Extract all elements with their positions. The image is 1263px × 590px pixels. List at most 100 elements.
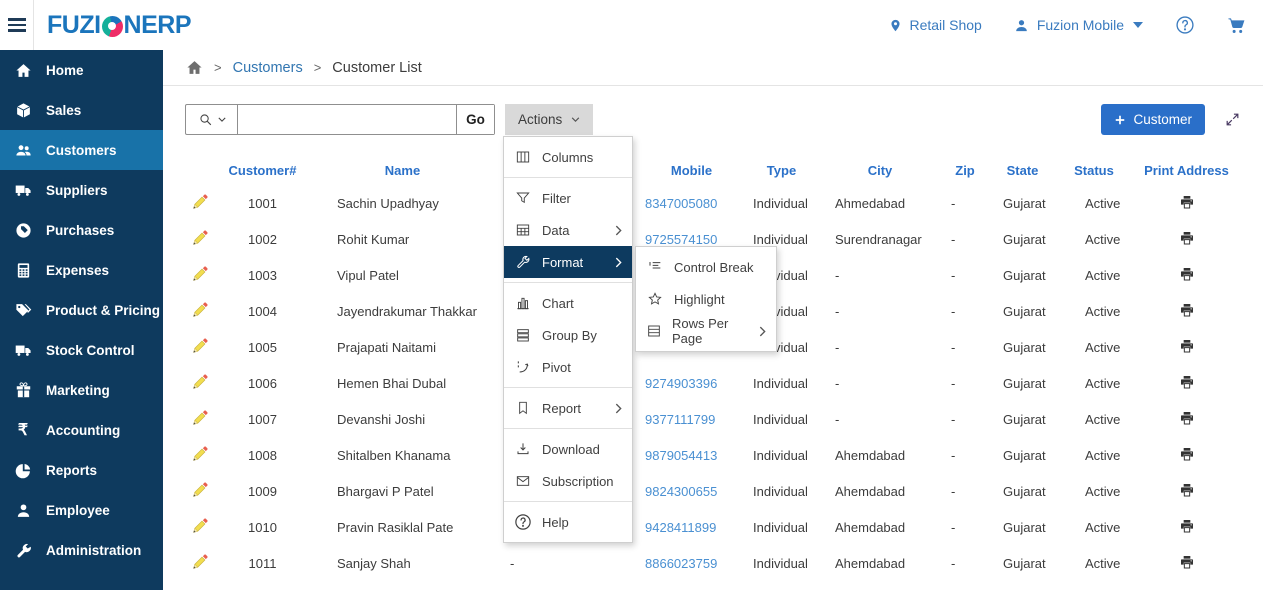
go-button[interactable]: Go (456, 105, 494, 134)
edit-row-button[interactable] (191, 336, 210, 355)
download-icon (514, 441, 532, 457)
print-address-button[interactable] (1179, 194, 1195, 210)
menu-item-report[interactable]: Report (504, 392, 632, 424)
print-address-button[interactable] (1179, 482, 1195, 498)
edit-row-button[interactable] (191, 372, 210, 391)
actions-button[interactable]: Actions (505, 104, 593, 135)
mobile-link[interactable]: 9824300655 (645, 484, 717, 499)
mobile-link[interactable]: 9879054413 (645, 448, 717, 463)
column-header-type[interactable]: Type (748, 155, 815, 185)
mobile-link[interactable]: 9377111799 (645, 412, 715, 427)
cell-state: Gujarat (985, 545, 1060, 581)
search-input[interactable] (238, 105, 456, 134)
retail-shop-link[interactable]: Retail Shop (887, 17, 981, 34)
table-row: 1007Devanshi Joshi9377111799Individual--… (185, 401, 1245, 437)
sidebar-item-expenses[interactable]: Expenses (0, 250, 163, 290)
menu-item-chart[interactable]: Chart (504, 287, 632, 319)
sidebar-item-employee[interactable]: Employee (0, 490, 163, 530)
edit-row-button[interactable] (191, 444, 210, 463)
sidebar-item-marketing[interactable]: Marketing (0, 370, 163, 410)
menu-item-data[interactable]: Data (504, 214, 632, 246)
mobile-link[interactable]: 9274903396 (645, 376, 717, 391)
edit-row-button[interactable] (191, 228, 210, 247)
column-header-status[interactable]: Status (1060, 155, 1128, 185)
search-options-button[interactable] (186, 105, 238, 134)
sidebar-item-accounting[interactable]: ₹Accounting (0, 410, 163, 450)
menu-item-filter[interactable]: Filter (504, 182, 632, 214)
column-header-city[interactable]: City (815, 155, 945, 185)
edit-row-button[interactable] (191, 264, 210, 283)
help-button[interactable] (1173, 15, 1195, 35)
menu-item-download[interactable]: Download (504, 433, 632, 465)
edit-row-button[interactable] (191, 516, 210, 535)
edit-row-button[interactable] (191, 480, 210, 499)
submenu-item-control-break[interactable]: Control Break (636, 251, 776, 283)
table-row: 1010Pravin Rasiklal Pate9428411899Indivi… (185, 509, 1245, 545)
breadcrumb-customers-link[interactable]: Customers (233, 60, 303, 76)
expand-icon[interactable] (1224, 111, 1241, 128)
edit-row-button[interactable] (191, 552, 210, 571)
sidebar-item-suppliers[interactable]: Suppliers (0, 170, 163, 210)
cart-icon (1227, 16, 1247, 35)
edit-row-button[interactable] (191, 300, 210, 319)
cart-button[interactable] (1225, 16, 1247, 35)
mobile-link[interactable]: 8866023759 (645, 556, 717, 571)
column-header-state[interactable]: State (985, 155, 1060, 185)
menu-item-help[interactable]: Help (504, 506, 632, 538)
column-header-customer[interactable]: Customer# (215, 155, 310, 185)
sidebar-item-sales[interactable]: Sales (0, 90, 163, 130)
cell-city: - (815, 365, 945, 401)
app-logo[interactable]: FUZI NERP (47, 11, 191, 40)
cell-customer-no: 1006 (215, 365, 310, 401)
print-address-button[interactable] (1179, 374, 1195, 390)
cell-customer-no: 1001 (215, 185, 310, 221)
print-address-button[interactable] (1179, 518, 1195, 534)
user-menu[interactable]: Fuzion Mobile (1012, 17, 1143, 33)
sidebar-item-stock-control[interactable]: Stock Control (0, 330, 163, 370)
cell-city: Ahemdabad (815, 545, 945, 581)
home-icon[interactable] (186, 59, 203, 76)
sidebar-item-reports[interactable]: Reports (0, 450, 163, 490)
menu-separator (504, 501, 632, 502)
cell-name: Devanshi Joshi (310, 401, 495, 437)
column-header-mobile[interactable]: Mobile (635, 155, 748, 185)
sidebar-item-customers[interactable]: Customers (0, 130, 163, 170)
print-address-button[interactable] (1179, 554, 1195, 570)
print-address-button[interactable] (1179, 302, 1195, 318)
menu-item-columns[interactable]: Columns (504, 141, 632, 173)
mobile-link[interactable]: 9725574150 (645, 232, 717, 247)
caret-down-icon (571, 117, 580, 122)
sidebar-item-product-pricing[interactable]: Product & Pricing (0, 290, 163, 330)
hamburger-icon[interactable] (0, 0, 34, 50)
column-header-zip[interactable]: Zip (945, 155, 985, 185)
cell-city: Surendranagar (815, 221, 945, 257)
cell-zip: - (945, 509, 985, 545)
menu-item-format[interactable]: Format (504, 246, 632, 278)
print-address-button[interactable] (1179, 446, 1195, 462)
column-header-name[interactable]: Name (310, 155, 495, 185)
edit-row-button[interactable] (191, 192, 210, 211)
control-break-icon (646, 259, 664, 275)
print-address-button[interactable] (1179, 338, 1195, 354)
edit-row-button[interactable] (191, 408, 210, 427)
cell-type: Individual (748, 185, 815, 221)
menu-item-subscription[interactable]: Subscription (504, 465, 632, 497)
mobile-link[interactable]: 8347005080 (645, 196, 717, 211)
purchase-tag-icon (13, 222, 33, 239)
sidebar-item-home[interactable]: Home (0, 50, 163, 90)
submenu-item-rows-per-page[interactable]: Rows Per Page (636, 315, 776, 347)
sidebar-item-administration[interactable]: Administration (0, 530, 163, 570)
add-customer-button[interactable]: Customer (1101, 104, 1205, 135)
print-address-button[interactable] (1179, 410, 1195, 426)
print-address-button[interactable] (1179, 266, 1195, 282)
column-header-print-address[interactable]: Print Address (1128, 155, 1245, 185)
chevron-right-icon (759, 326, 766, 337)
logo-text-right: NERP (124, 11, 191, 40)
sidebar-item-purchases[interactable]: Purchases (0, 210, 163, 250)
cell-status: Active (1060, 545, 1128, 581)
menu-item-group-by[interactable]: Group By (504, 319, 632, 351)
print-address-button[interactable] (1179, 230, 1195, 246)
submenu-item-highlight[interactable]: Highlight (636, 283, 776, 315)
menu-item-pivot[interactable]: Pivot (504, 351, 632, 383)
mobile-link[interactable]: 9428411899 (645, 520, 716, 535)
